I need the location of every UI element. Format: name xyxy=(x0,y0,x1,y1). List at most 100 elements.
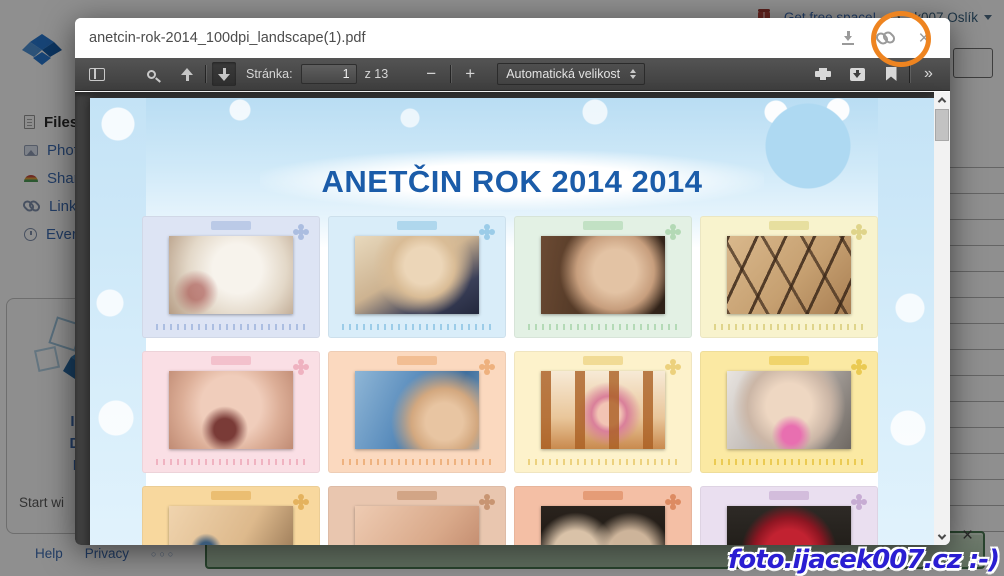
baby-photo xyxy=(169,371,293,449)
flower-icon xyxy=(670,364,676,370)
printer-icon xyxy=(815,68,831,81)
photo-card xyxy=(514,216,692,338)
card-tab-decoration xyxy=(397,356,437,365)
mini-calendar-strip xyxy=(156,459,306,465)
chevron-down-icon xyxy=(938,531,946,539)
previous-page-button[interactable] xyxy=(175,62,199,86)
zoom-level-value: Automatická velikost xyxy=(506,67,620,81)
flower-icon xyxy=(298,229,304,235)
more-tools-button[interactable]: » xyxy=(916,62,940,86)
scrollbar[interactable] xyxy=(934,92,950,545)
photo-card xyxy=(328,486,506,545)
photo-card xyxy=(514,486,692,545)
find-button[interactable] xyxy=(139,62,163,86)
screen: Files Phot Shar Link Ever xyxy=(0,0,1004,576)
baby-photo xyxy=(541,506,665,545)
photo-card xyxy=(700,216,878,338)
photo-card xyxy=(328,216,506,338)
scroll-up-button[interactable] xyxy=(934,92,950,108)
baby-photo xyxy=(541,236,665,314)
mini-calendar-strip xyxy=(528,459,678,465)
toolbar-divider xyxy=(205,65,206,83)
photo-card xyxy=(328,351,506,473)
search-icon xyxy=(147,70,156,79)
card-tab-decoration xyxy=(211,491,251,500)
photo-card xyxy=(700,351,878,473)
flower-icon xyxy=(298,364,304,370)
card-tab-decoration xyxy=(583,356,623,365)
flower-icon xyxy=(484,499,490,505)
pdf-toolbar: Stránka: z 13 − + Automatická velikost xyxy=(75,58,950,91)
print-button[interactable] xyxy=(811,62,835,86)
next-page-button[interactable] xyxy=(212,62,236,86)
download-box-icon xyxy=(850,68,865,81)
zoom-level-select[interactable]: Automatická velikost xyxy=(497,63,645,85)
toolbar-divider xyxy=(909,65,910,83)
select-carets-icon xyxy=(630,69,636,79)
card-tab-decoration xyxy=(769,221,809,230)
photo-card xyxy=(142,351,320,473)
photo-card xyxy=(142,216,320,338)
photo-card xyxy=(700,486,878,545)
flower-icon xyxy=(856,229,862,235)
page-total: z 13 xyxy=(365,67,389,81)
photo-card xyxy=(514,351,692,473)
toolbar-divider xyxy=(450,65,451,83)
save-file-button[interactable] xyxy=(845,62,869,86)
card-tab-decoration xyxy=(769,491,809,500)
chevron-up-icon xyxy=(938,97,946,105)
card-tab-decoration xyxy=(769,356,809,365)
mini-calendar-strip xyxy=(528,324,678,330)
toolbar-right-group: » xyxy=(811,62,940,86)
pdf-preview-modal: anetcin-rok-2014_100dpi_landscape(1).pdf… xyxy=(75,18,950,545)
baby-photo xyxy=(169,506,293,545)
download-icon xyxy=(841,31,855,45)
page-label: Stránka: xyxy=(246,67,293,81)
baby-photo xyxy=(727,371,851,449)
pdf-filename: anetcin-rok-2014_100dpi_landscape(1).pdf xyxy=(89,30,822,46)
watermark-text: foto.ijacek007.cz :-) xyxy=(728,545,999,575)
annotation-circle xyxy=(871,11,931,67)
pdf-page: ANETČIN ROK 2014 2014 xyxy=(90,98,934,545)
scroll-down-button[interactable] xyxy=(934,529,950,545)
flower-icon xyxy=(856,364,862,370)
card-tab-decoration xyxy=(397,221,437,230)
card-tab-decoration xyxy=(583,221,623,230)
zoom-in-button[interactable]: + xyxy=(457,62,483,86)
bookmark-icon xyxy=(886,67,897,81)
mini-calendar-strip xyxy=(156,324,306,330)
baby-photo xyxy=(355,371,479,449)
scrollbar-thumb[interactable] xyxy=(935,109,949,141)
baby-photo xyxy=(355,506,479,545)
flower-icon xyxy=(856,499,862,505)
card-tab-decoration xyxy=(211,356,251,365)
mini-calendar-strip xyxy=(342,324,492,330)
sidebar-toggle-button[interactable] xyxy=(85,62,109,86)
card-tab-decoration xyxy=(583,491,623,500)
card-tab-decoration xyxy=(397,491,437,500)
baby-photo xyxy=(355,236,479,314)
card-tab-decoration xyxy=(211,221,251,230)
baby-photo xyxy=(727,506,851,545)
page-number-input[interactable] xyxy=(301,64,357,84)
zoom-out-button[interactable]: − xyxy=(418,62,444,86)
flower-icon xyxy=(298,499,304,505)
flower-icon xyxy=(484,229,490,235)
calendar-title: ANETČIN ROK 2014 2014 xyxy=(90,164,934,200)
photo-grid xyxy=(142,216,878,545)
modal-header: anetcin-rok-2014_100dpi_landscape(1).pdf… xyxy=(75,18,950,58)
baby-photo xyxy=(541,371,665,449)
flower-icon xyxy=(484,364,490,370)
baby-photo xyxy=(169,236,293,314)
mini-calendar-strip xyxy=(342,459,492,465)
mini-calendar-strip xyxy=(714,459,864,465)
baby-photo xyxy=(727,236,851,314)
mini-calendar-strip xyxy=(714,324,864,330)
flower-icon xyxy=(670,499,676,505)
arrow-up-icon xyxy=(181,68,193,81)
photo-card xyxy=(142,486,320,545)
download-button[interactable] xyxy=(836,26,860,50)
sidebar-toggle-icon xyxy=(89,68,105,81)
flower-icon xyxy=(670,229,676,235)
arrow-down-icon xyxy=(218,68,230,81)
